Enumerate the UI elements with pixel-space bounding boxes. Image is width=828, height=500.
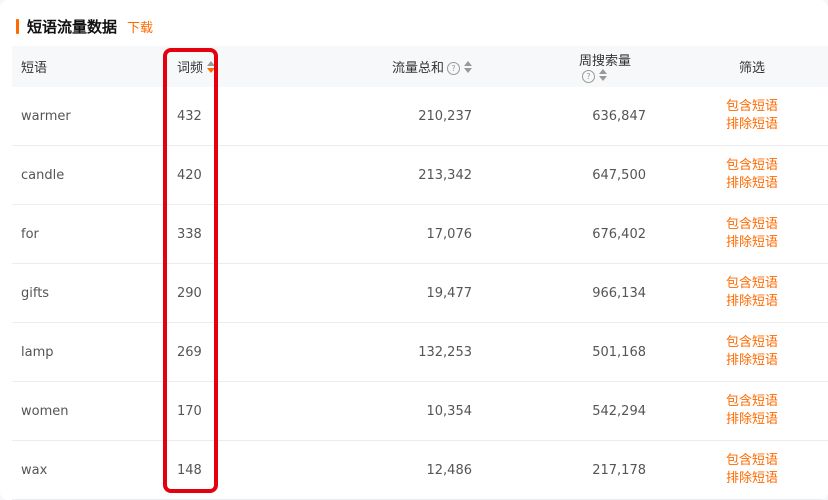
cell-weekly-search: 647,500	[486, 145, 646, 205]
include-phrase-link[interactable]: 包含短语	[676, 216, 828, 234]
cell-weekly-search: 636,847	[486, 87, 646, 146]
column-header-phrase: 短语	[12, 46, 165, 87]
exclude-phrase-link[interactable]: 排除短语	[676, 411, 828, 429]
cell-filter: 包含短语 排除短语	[646, 87, 828, 146]
exclude-phrase-link[interactable]: 排除短语	[676, 175, 828, 193]
include-phrase-link[interactable]: 包含短语	[676, 157, 828, 175]
sort-caret-icon[interactable]	[464, 61, 472, 73]
column-header-phrase-label: 短语	[21, 61, 48, 76]
cell-phrase: wax	[12, 440, 165, 500]
cell-weekly-search: 501,168	[486, 322, 646, 382]
table-row: wax 148 12,486 217,178 包含短语 排除短语	[12, 440, 828, 500]
column-header-traffic[interactable]: 流量总和?	[289, 46, 486, 87]
cell-traffic: 210,237	[289, 87, 486, 146]
exclude-phrase-link[interactable]: 排除短语	[676, 470, 828, 488]
cell-weekly-search: 217,178	[486, 440, 646, 500]
cell-frequency: 148	[165, 440, 289, 500]
cell-phrase: candle	[12, 145, 165, 205]
cell-frequency: 290	[165, 263, 289, 323]
cell-traffic: 132,253	[289, 322, 486, 382]
question-circle-icon[interactable]: ?	[447, 62, 460, 75]
cell-frequency: 170	[165, 381, 289, 441]
cell-phrase: gifts	[12, 263, 165, 323]
cell-frequency: 269	[165, 322, 289, 382]
weekly-search-value: 676,402	[592, 226, 646, 242]
question-circle-icon[interactable]: ?	[582, 69, 595, 83]
cell-frequency: 338	[165, 204, 289, 264]
include-phrase-link[interactable]: 包含短语	[676, 98, 828, 116]
cell-filter: 包含短语 排除短语	[646, 204, 828, 264]
cell-traffic: 19,477	[289, 263, 486, 323]
table-row: gifts 290 19,477 966,134 包含短语 排除短语	[12, 263, 828, 323]
exclude-phrase-link[interactable]: 排除短语	[676, 293, 828, 311]
table-row: lamp 269 132,253 501,168 包含短语 排除短语	[12, 322, 828, 382]
title-accent-bar	[16, 18, 19, 34]
download-link[interactable]: 下载	[127, 17, 153, 36]
column-header-filter-label: 筛选	[738, 61, 765, 76]
column-header-frequency-label: 词频	[177, 61, 204, 76]
sort-caret-icon[interactable]	[599, 68, 607, 81]
table-row: for 338 17,076 676,402 包含短语 排除短语	[12, 204, 828, 264]
table-row: candle 420 213,342 647,500 包含短语 排除短语	[12, 145, 828, 205]
include-phrase-link[interactable]: 包含短语	[676, 334, 828, 352]
cell-filter: 包含短语 排除短语	[646, 145, 828, 205]
column-header-weekly-search-label: 周搜索量	[579, 53, 632, 69]
sort-caret-icon[interactable]	[207, 61, 216, 73]
include-phrase-link[interactable]: 包含短语	[676, 393, 828, 411]
cell-filter: 包含短语 排除短语	[646, 263, 828, 323]
cell-traffic: 213,342	[289, 145, 486, 205]
weekly-search-value: 217,178	[592, 462, 646, 478]
cell-traffic: 12,486	[289, 440, 486, 500]
table-row: warmer 432 210,237 636,847 包含短语 排除短语	[12, 87, 828, 146]
weekly-search-value: 636,847	[592, 108, 646, 124]
cell-frequency: 432	[165, 87, 289, 146]
cell-frequency: 420	[165, 145, 289, 205]
column-header-traffic-label: 流量总和	[391, 61, 444, 76]
cell-traffic: 17,076	[289, 204, 486, 264]
column-header-frequency[interactable]: 词频	[165, 46, 289, 87]
cell-weekly-search: 676,402	[486, 204, 646, 264]
table-header-row: 短语 词频 流量总和? 周搜索量? 筛选	[12, 46, 828, 87]
phrase-traffic-panel: 短语流量数据 下载 短语 词频 流量总和? 周搜索量? 筛选 warmer 432…	[0, 0, 828, 500]
cell-traffic: 10,354	[289, 381, 486, 441]
cell-weekly-search: 542,294	[486, 381, 646, 441]
include-phrase-link[interactable]: 包含短语	[676, 452, 828, 470]
cell-filter: 包含短语 排除短语	[646, 381, 828, 441]
table-row: women 170 10,354 542,294 包含短语 排除短语	[12, 381, 828, 441]
exclude-phrase-link[interactable]: 排除短语	[676, 352, 828, 370]
cell-phrase: lamp	[12, 322, 165, 382]
cell-phrase: women	[12, 381, 165, 441]
panel-title: 短语流量数据	[27, 17, 118, 36]
cell-phrase: for	[12, 204, 165, 264]
include-phrase-link[interactable]: 包含短语	[676, 275, 828, 293]
weekly-search-value: 966,134	[592, 285, 646, 301]
panel-header: 短语流量数据 下载	[16, 14, 153, 38]
weekly-search-value: 647,500	[592, 167, 646, 183]
column-header-weekly-search[interactable]: 周搜索量?	[486, 46, 646, 87]
phrase-table: 短语 词频 流量总和? 周搜索量? 筛选 warmer 432 210,237 636…	[12, 46, 828, 500]
cell-filter: 包含短语 排除短语	[646, 322, 828, 382]
cell-phrase: warmer	[12, 87, 165, 146]
weekly-search-value: 542,294	[592, 403, 646, 419]
column-header-filter: 筛选	[646, 46, 828, 87]
cell-filter: 包含短语 排除短语	[646, 440, 828, 500]
exclude-phrase-link[interactable]: 排除短语	[676, 116, 828, 134]
cell-weekly-search: 966,134	[486, 263, 646, 323]
exclude-phrase-link[interactable]: 排除短语	[676, 234, 828, 252]
weekly-search-value: 501,168	[592, 344, 646, 360]
